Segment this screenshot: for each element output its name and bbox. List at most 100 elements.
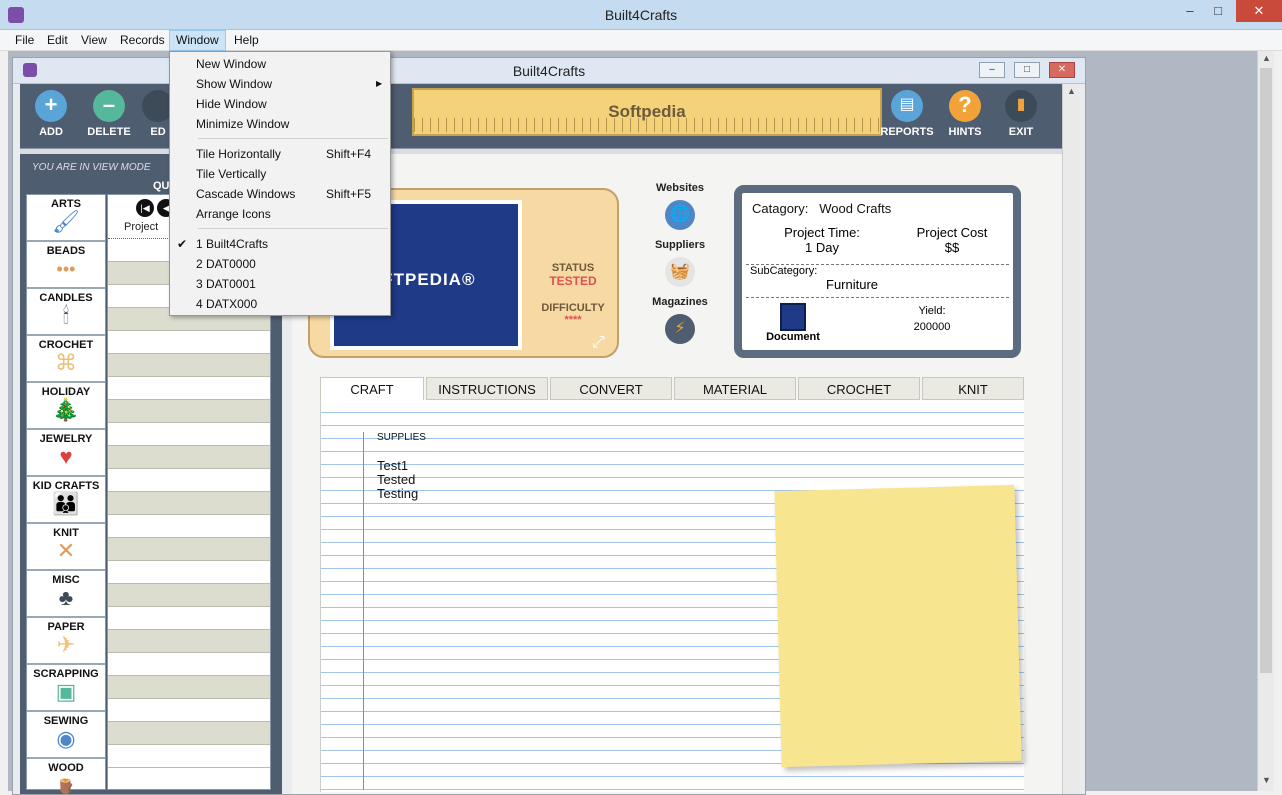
- category-kid-crafts[interactable]: KID CRAFTS 👪: [27, 477, 105, 524]
- category-sewing[interactable]: SEWING ◉: [27, 712, 105, 759]
- table-row[interactable]: [108, 699, 270, 722]
- websites-link[interactable]: Websites 🌐: [640, 182, 720, 239]
- category-misc[interactable]: MISC ♣: [27, 571, 105, 618]
- menu-item-cascade-windows[interactable]: Cascade Windows Shift+F5: [170, 184, 390, 204]
- hints-button[interactable]: ? HINTS: [934, 90, 996, 138]
- category-wood[interactable]: WOOD 🪵: [27, 759, 105, 795]
- delete-icon: –: [93, 90, 125, 122]
- leaves-icon: ♣: [58, 585, 74, 610]
- document-button[interactable]: Document: [762, 303, 824, 343]
- table-row[interactable]: [108, 423, 270, 446]
- menu-item-tile-horizontally[interactable]: Tile Horizontally Shift+F4: [170, 144, 390, 164]
- table-row[interactable]: [108, 584, 270, 607]
- table-row[interactable]: [108, 492, 270, 515]
- globe-icon: 🌐: [665, 200, 695, 230]
- question-icon: ?: [949, 90, 981, 122]
- category-jewelry[interactable]: JEWELRY ♥: [27, 430, 105, 477]
- menu-item-minimize-window[interactable]: Minimize Window: [170, 114, 390, 134]
- menu-item-arrange-icons[interactable]: Arrange Icons: [170, 204, 390, 224]
- tab-material[interactable]: MATERIAL: [674, 377, 796, 400]
- cabinet-icon: [780, 303, 806, 331]
- table-row[interactable]: [108, 722, 270, 745]
- table-row[interactable]: [108, 745, 270, 768]
- table-row[interactable]: [108, 538, 270, 561]
- paper-plane-icon: ✈: [56, 632, 76, 657]
- difficulty-stars: ****: [564, 314, 582, 326]
- menu-item-window-4[interactable]: 4 DATX000: [170, 294, 390, 314]
- family-icon: 👪: [52, 491, 80, 516]
- table-row[interactable]: [108, 607, 270, 630]
- menu-item-window-3[interactable]: 3 DAT0001: [170, 274, 390, 294]
- tab-craft[interactable]: CRAFT: [320, 377, 424, 400]
- menu-edit[interactable]: Edit: [41, 30, 74, 51]
- table-row[interactable]: [108, 469, 270, 492]
- scroll-up-icon[interactable]: ▲: [1258, 53, 1275, 63]
- category-paper[interactable]: PAPER ✈: [27, 618, 105, 665]
- category-knit[interactable]: KNIT ✕: [27, 524, 105, 571]
- menu-records[interactable]: Records: [114, 30, 171, 51]
- inner-close-button[interactable]: ✕: [1049, 62, 1075, 78]
- category-crochet[interactable]: CROCHET ⌘: [27, 336, 105, 383]
- first-record-icon[interactable]: |◀: [136, 199, 154, 217]
- menu-item-tile-vertically[interactable]: Tile Vertically: [170, 164, 390, 184]
- submenu-arrow-icon: ▶: [376, 79, 383, 88]
- table-row[interactable]: [108, 676, 270, 699]
- exit-button[interactable]: ▮ EXIT: [990, 90, 1052, 138]
- suppliers-link[interactable]: Suppliers 🧺: [640, 239, 720, 296]
- table-row[interactable]: [108, 354, 270, 377]
- scroll-down-icon[interactable]: ▼: [1258, 775, 1275, 785]
- menu-item-new-window[interactable]: New Window: [170, 54, 390, 74]
- reports-button[interactable]: ▤ REPORTS: [876, 90, 938, 138]
- table-row[interactable]: [108, 653, 270, 676]
- category-beads[interactable]: BEADS •••: [27, 242, 105, 289]
- tab-instructions[interactable]: INSTRUCTIONS: [426, 377, 548, 400]
- menu-separator: [198, 228, 388, 229]
- outer-vertical-scrollbar[interactable]: ▲ ▼: [1257, 51, 1274, 791]
- subcategory-value: Furniture: [826, 277, 879, 292]
- supplies-header: SUPPLIES: [377, 432, 426, 443]
- expand-icon[interactable]: ⤢: [592, 334, 605, 352]
- menu-item-hide-window[interactable]: Hide Window: [170, 94, 390, 114]
- inner-minimize-button[interactable]: –: [979, 62, 1005, 78]
- menu-window[interactable]: Window: [169, 30, 226, 51]
- lightning-icon: ⚡: [665, 314, 695, 344]
- clipboard-icon: ▤: [891, 90, 923, 122]
- menu-view[interactable]: View: [75, 30, 113, 51]
- delete-button[interactable]: – DELETE: [78, 90, 140, 138]
- menu-item-window-2[interactable]: 2 DAT0000: [170, 254, 390, 274]
- table-row[interactable]: [108, 515, 270, 538]
- inner-maximize-button[interactable]: □: [1014, 62, 1040, 78]
- table-row[interactable]: [108, 331, 270, 354]
- category-candles[interactable]: CANDLES 🕯: [27, 289, 105, 336]
- table-row[interactable]: [108, 561, 270, 584]
- needles-icon: ✕: [56, 538, 76, 563]
- tab-knit[interactable]: KNIT: [922, 377, 1024, 400]
- magazines-link[interactable]: Magazines ⚡: [640, 296, 720, 353]
- margin-line: [363, 432, 364, 790]
- sticky-note[interactable]: [774, 484, 1022, 768]
- scroll-thumb[interactable]: [1260, 68, 1272, 673]
- inner-vertical-scrollbar[interactable]: ▲: [1062, 84, 1079, 794]
- tab-convert[interactable]: CONVERT: [550, 377, 672, 400]
- category-scrapping[interactable]: SCRAPPING ▣: [27, 665, 105, 712]
- table-row[interactable]: [108, 400, 270, 423]
- category-arts[interactable]: ARTS 🖌: [27, 195, 105, 242]
- ruler-banner: Softpedia: [412, 88, 882, 136]
- menu-help[interactable]: Help: [228, 30, 265, 51]
- table-row[interactable]: [108, 446, 270, 469]
- add-icon: +: [35, 90, 67, 122]
- menu-file[interactable]: File: [9, 30, 40, 51]
- close-button[interactable]: ✕: [1236, 0, 1282, 22]
- inner-scroll-up-icon[interactable]: ▲: [1063, 86, 1080, 96]
- menu-item-show-window[interactable]: Show Window ▶: [170, 74, 390, 94]
- category-holiday[interactable]: HOLIDAY 🎄: [27, 383, 105, 430]
- brush-icon: 🖌: [52, 209, 80, 234]
- tab-crochet[interactable]: CROCHET: [798, 377, 920, 400]
- menu-item-window-1[interactable]: ✔ 1 Built4Crafts: [170, 234, 390, 254]
- add-button[interactable]: + ADD: [20, 90, 82, 138]
- table-row[interactable]: [108, 630, 270, 653]
- table-row[interactable]: [108, 377, 270, 400]
- maximize-button[interactable]: □: [1204, 0, 1232, 22]
- minimize-button[interactable]: –: [1176, 0, 1204, 22]
- status-label: STATUS: [551, 262, 595, 274]
